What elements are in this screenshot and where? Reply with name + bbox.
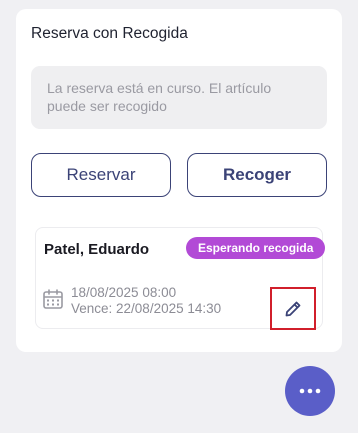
pickup-button[interactable]: Recoger — [187, 153, 327, 197]
more-dots-icon — [299, 388, 321, 394]
reserve-button[interactable]: Reservar — [31, 153, 171, 197]
calendar-icon — [43, 289, 63, 309]
due-date: Vence: 22/08/2025 14:30 — [71, 301, 222, 316]
reservation-dates: 18/08/2025 08:00 Vence: 22/08/2025 14:30 — [71, 285, 221, 317]
reservation-card: Reserva con Recogida La reserva está en … — [16, 9, 342, 352]
card-title: Reserva con Recogida — [31, 25, 188, 42]
edit-button[interactable] — [270, 287, 316, 330]
start-date: 18/08/2025 08:00 — [71, 285, 177, 300]
more-options-button[interactable] — [285, 366, 335, 416]
status-badge: Esperando recogida — [186, 237, 326, 259]
status-info-box: La reserva está en curso. El artículo pu… — [31, 66, 327, 129]
reservation-item: Patel, Eduardo Esperando recogida 18/08/… — [35, 227, 326, 330]
pencil-icon — [285, 301, 301, 316]
patron-name: Patel, Eduardo — [44, 241, 150, 258]
